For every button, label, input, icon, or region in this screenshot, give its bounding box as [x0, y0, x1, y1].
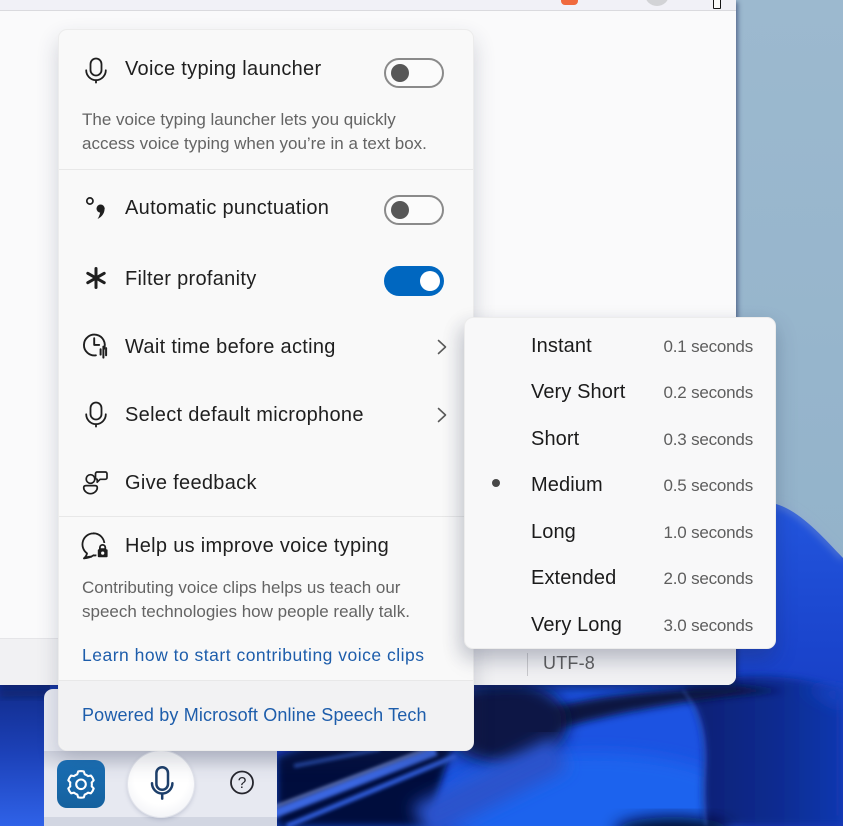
- svg-text:?: ?: [238, 775, 247, 792]
